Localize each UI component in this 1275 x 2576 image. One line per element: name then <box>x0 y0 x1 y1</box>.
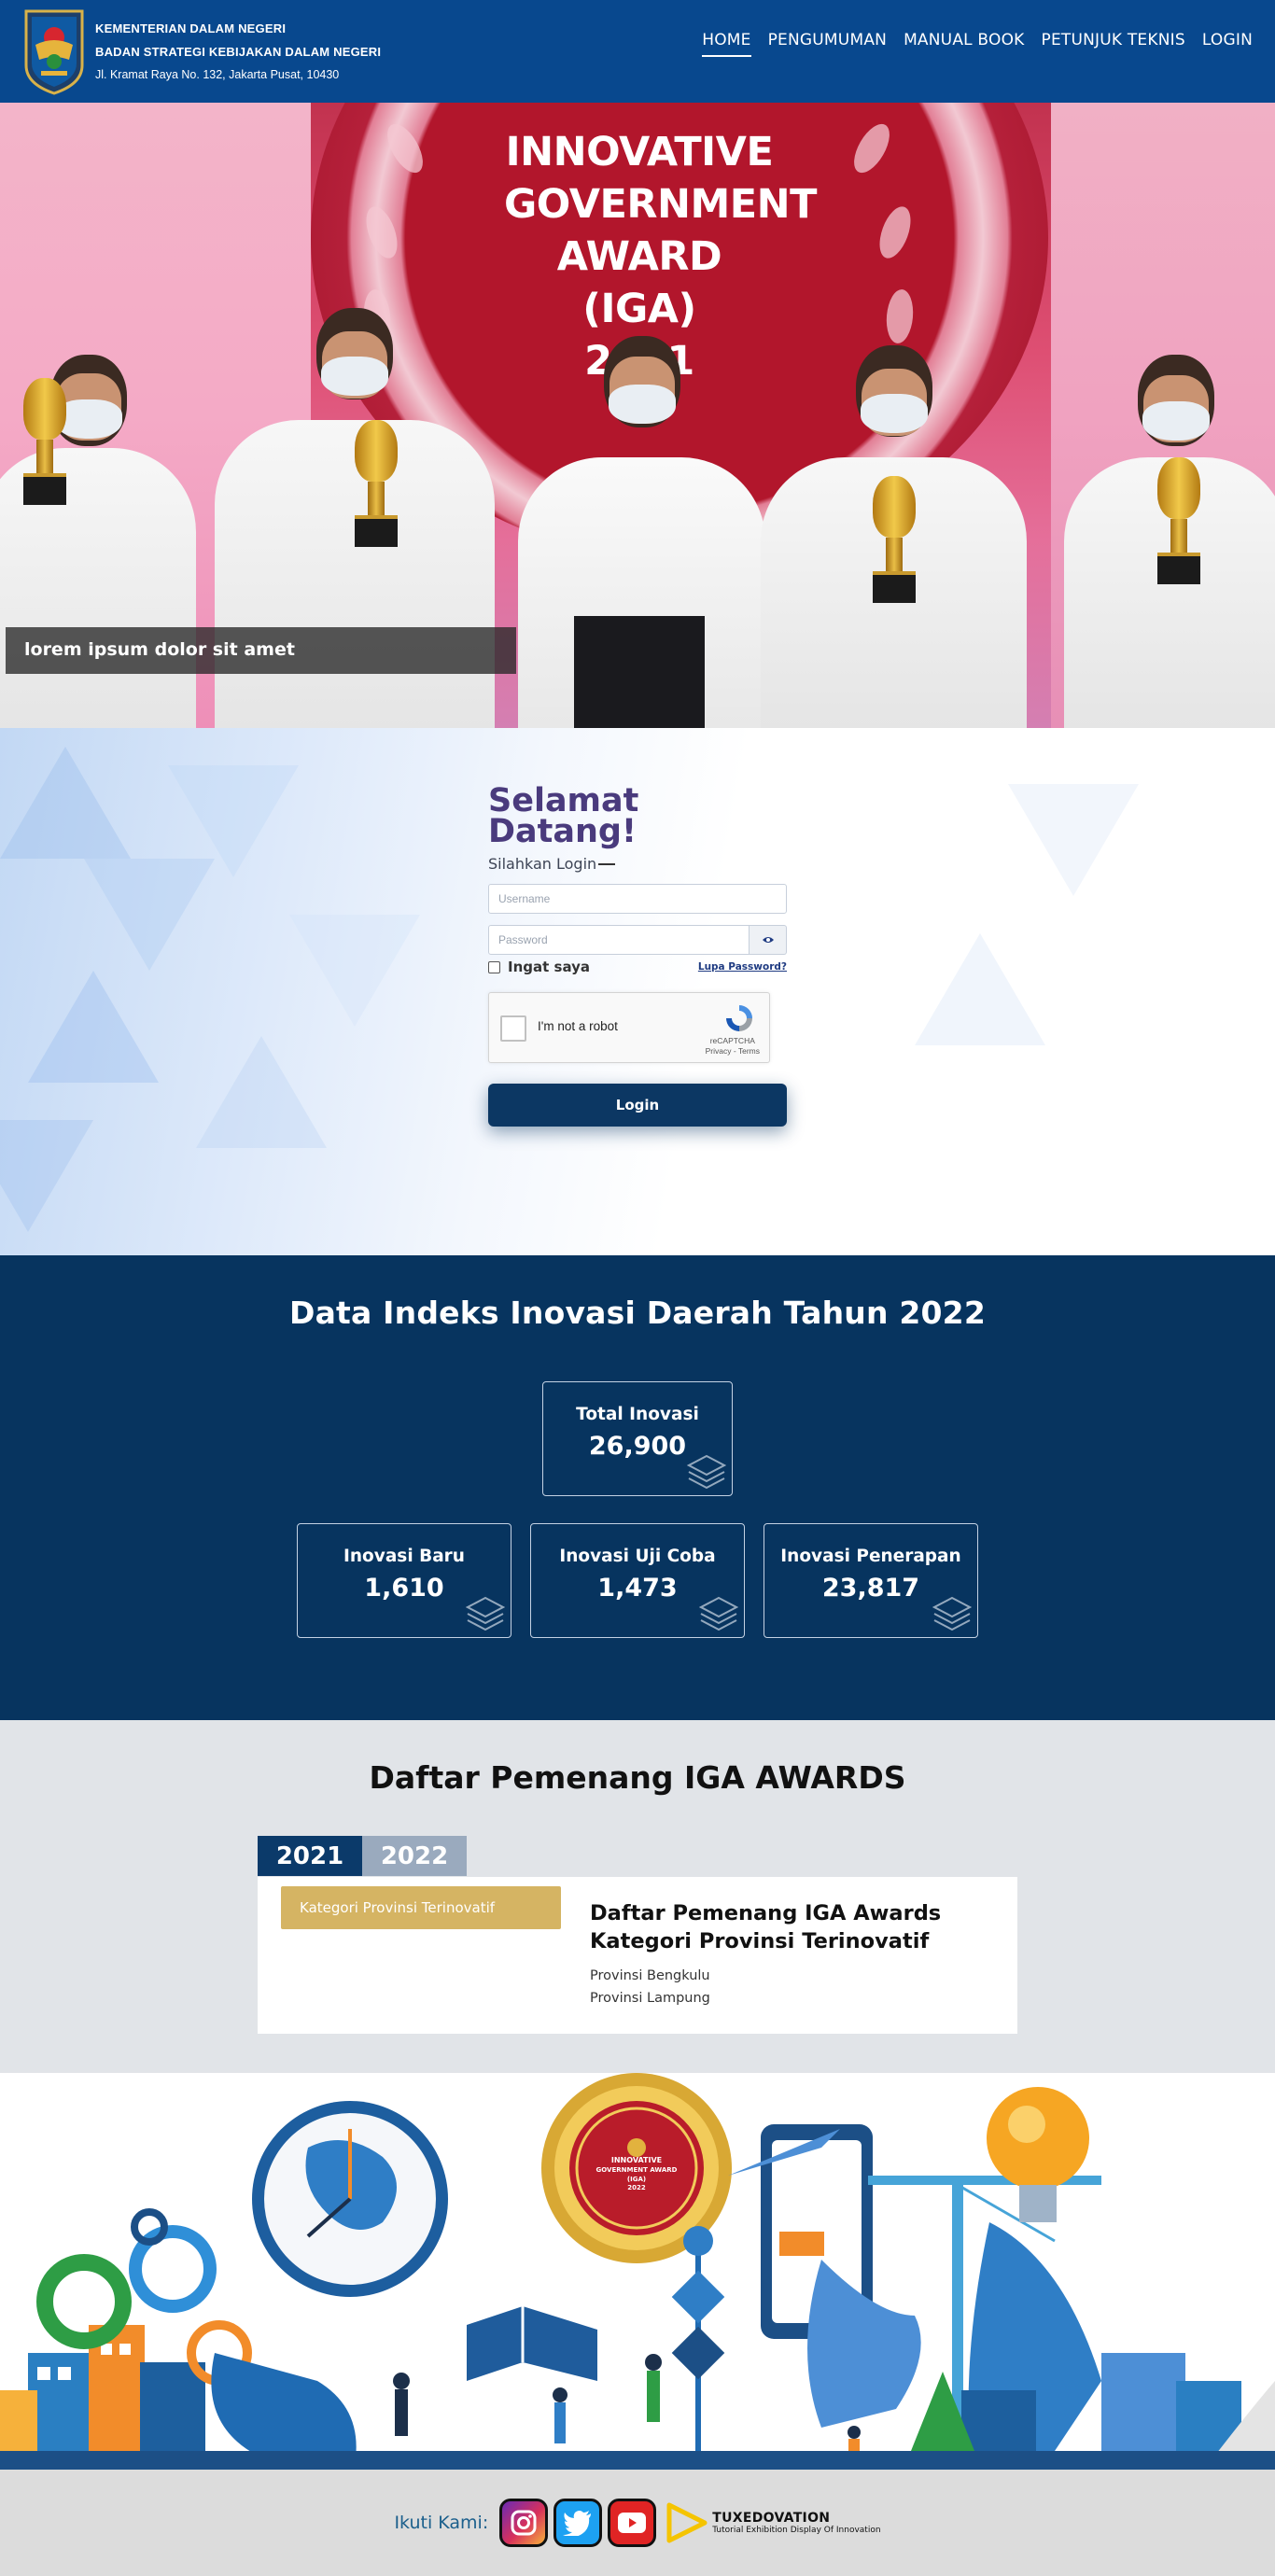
list-item: Provinsi Lampung <box>590 1991 710 2006</box>
stat-label: Inovasi Baru <box>343 1547 465 1566</box>
decor-triangle <box>0 1120 93 1232</box>
category-button[interactable]: Kategori Provinsi Terinovatif <box>281 1886 561 1929</box>
list-item: Provinsi Bengkulu <box>590 1968 710 1983</box>
medal-text: GOVERNMENT AWARD <box>596 2166 678 2174</box>
medal-text: INNOVATIVE <box>611 2156 662 2164</box>
stat-card-penerapan: Inovasi Penerapan 23,817 <box>764 1523 978 1638</box>
stat-label: Total Inovasi <box>576 1405 699 1424</box>
follow-us-label: Ikuti Kami: <box>394 2513 489 2533</box>
medal-text: (IGA) <box>627 2176 646 2183</box>
login-subtitle-text: Silahkan Login <box>488 855 597 873</box>
trophy-icon <box>1157 457 1200 584</box>
login-title-line2: Datang! <box>488 813 637 850</box>
site-header: KEMENTERIAN DALAM NEGERI BADAN STRATEGI … <box>0 0 1275 103</box>
innovation-illustration: INNOVATIVE GOVERNMENT AWARD (IGA) 2022 <box>0 2073 1275 2470</box>
subtitle-dash <box>598 862 616 865</box>
iga-awards-section: Daftar Pemenang IGA AWARDS 2021 2022 Kat… <box>0 1720 1275 2073</box>
login-button[interactable]: Login <box>488 1084 787 1127</box>
youtube-play-icon <box>618 2513 647 2533</box>
stat-label: Inovasi Penerapan <box>780 1547 961 1566</box>
nav-manual-book[interactable]: MANUAL BOOK <box>904 31 1024 57</box>
remember-label[interactable]: Ingat saya <box>508 959 590 975</box>
org-name-line2: BADAN STRATEGI KEBIJAKAN DALAM NEGERI <box>95 44 382 59</box>
winners-list-title: Daftar Pemenang IGA Awards Kategori Prov… <box>590 1899 941 1955</box>
innovation-stats-section: Data Indeks Inovasi Daerah Tahun 2022 To… <box>0 1255 1275 1720</box>
brand-name: TUXEDOVATION <box>712 2511 831 2526</box>
hero-caption: lorem ipsum dolor sit amet <box>6 627 516 674</box>
recaptcha-widget: I'm not a robot reCAPTCHA Privacy - Term… <box>488 992 770 1063</box>
layers-icon <box>687 1454 726 1490</box>
year-tabs: 2021 2022 <box>258 1836 467 1876</box>
decor-triangle <box>28 971 159 1083</box>
login-form: Selamat Datang! Silahkan Login Username … <box>488 785 789 1127</box>
twitter-icon[interactable] <box>553 2499 603 2547</box>
award-banner-line: INNOVATIVE <box>505 129 774 175</box>
city-innovation-illustration: INNOVATIVE GOVERNMENT AWARD (IGA) 2022 <box>0 2073 1275 2470</box>
hero-carousel[interactable]: INNOVATIVE GOVERNMENT AWARD (IGA) 2021 l… <box>0 103 1275 728</box>
kemendagri-logo-icon[interactable] <box>22 7 86 95</box>
main-nav: HOME PENGUMUMAN MANUAL BOOK PETUNJUK TEK… <box>702 31 1253 57</box>
decor-triangle <box>196 1036 327 1148</box>
organization-info: KEMENTERIAN DALAM NEGERI BADAN STRATEGI … <box>95 17 381 87</box>
winners-title-line1: Daftar Pemenang IGA Awards <box>590 1901 942 1925</box>
trophy-icon <box>355 420 398 547</box>
tab-2021[interactable]: 2021 <box>258 1836 362 1876</box>
decor-triangle <box>0 747 131 859</box>
password-input[interactable]: Password <box>488 925 750 955</box>
login-subtitle: Silahkan Login <box>488 855 789 873</box>
tuxedovation-logo-icon <box>666 2502 708 2543</box>
instagram-glyph-icon <box>511 2510 537 2536</box>
twitter-bird-icon <box>563 2511 592 2536</box>
awardee-figure <box>518 299 765 728</box>
recaptcha-links[interactable]: Privacy - Terms <box>706 1046 760 1057</box>
stat-label: Inovasi Uji Coba <box>559 1547 716 1566</box>
login-title: Selamat Datang! <box>488 785 789 850</box>
layers-icon <box>699 1596 738 1631</box>
org-name-line1: KEMENTERIAN DALAM NEGERI <box>95 21 287 35</box>
login-section: Selamat Datang! Silahkan Login Username … <box>0 728 1275 1255</box>
brand-tagline: Tutorial Exhibition Display Of Innovatio… <box>712 2526 881 2535</box>
trophy-icon <box>23 378 66 505</box>
layers-icon <box>466 1596 505 1631</box>
eye-icon <box>762 937 774 943</box>
org-address: Jl. Kramat Raya No. 132, Jakarta Pusat, … <box>95 67 340 81</box>
recaptcha-brand-name: reCAPTCHA <box>709 1036 755 1045</box>
recaptcha-brand: reCAPTCHA Privacy - Terms <box>706 1036 760 1057</box>
show-password-button[interactable] <box>750 925 787 955</box>
winners-title-line2: Kategori Provinsi Terinovatif <box>590 1929 930 1953</box>
medal-text: 2022 <box>627 2184 646 2191</box>
decor-triangle <box>289 915 420 1027</box>
decor-triangle <box>915 933 1045 1045</box>
remember-checkbox[interactable] <box>488 960 500 973</box>
stat-card-total: Total Inovasi 26,900 <box>542 1381 733 1496</box>
decor-triangle <box>168 765 299 877</box>
nav-home[interactable]: HOME <box>702 31 751 57</box>
username-input[interactable]: Username <box>488 884 787 914</box>
tuxedovation-brand[interactable]: TUXEDOVATION Tutorial Exhibition Display… <box>666 2501 881 2544</box>
stat-card-uji-coba: Inovasi Uji Coba 1,473 <box>530 1523 745 1638</box>
nav-petunjuk-teknis[interactable]: PETUNJUK TEKNIS <box>1042 31 1185 57</box>
nav-pengumuman[interactable]: PENGUMUMAN <box>768 31 887 57</box>
stats-title: Data Indeks Inovasi Daerah Tahun 2022 <box>288 1295 987 1331</box>
award-banner-line: AWARD <box>556 233 722 280</box>
nav-login[interactable]: LOGIN <box>1202 31 1253 57</box>
award-banner-line: GOVERNMENT <box>504 181 817 228</box>
recaptcha-label: I'm not a robot <box>538 1019 618 1033</box>
trophy-icon <box>873 476 916 603</box>
forgot-password-link[interactable]: Lupa Password? <box>698 961 787 973</box>
winners-list: Provinsi Bengkulu Provinsi Lampung <box>590 1965 710 2009</box>
layers-icon <box>932 1596 972 1631</box>
instagram-icon[interactable] <box>499 2499 549 2547</box>
recaptcha-logo-icon <box>726 1005 752 1031</box>
password-row: Password <box>488 925 787 955</box>
youtube-icon[interactable] <box>608 2499 657 2547</box>
site-footer: Ikuti Kami: TUXEDOVATION Tutorial Exhibi… <box>0 2470 1275 2576</box>
recaptcha-checkbox[interactable] <box>500 1015 526 1042</box>
stat-card-baru: Inovasi Baru 1,610 <box>297 1523 511 1638</box>
awards-panel: Kategori Provinsi Terinovatif Daftar Pem… <box>258 1877 1017 2034</box>
decor-triangle <box>1008 784 1139 896</box>
awards-title: Daftar Pemenang IGA AWARDS <box>369 1759 906 1796</box>
remember-row: Ingat saya Lupa Password? <box>488 959 787 975</box>
tab-2022[interactable]: 2022 <box>362 1836 467 1876</box>
